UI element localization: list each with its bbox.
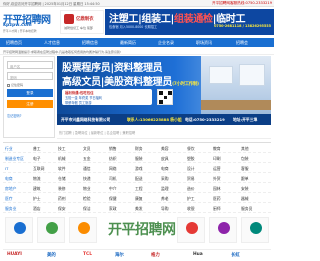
category-icon — [186, 222, 198, 234]
featured-item[interactable] — [177, 217, 205, 243]
category-icon — [250, 222, 262, 234]
category-filter: 行业 普工 技工 文员 销售 财务 美容 餐饮 教育 其他 制造业专区 电子 机械 五金 纺织 服装 皮具 塑胶… — [3, 142, 271, 213]
featured-item[interactable] — [37, 217, 65, 243]
brand-icon — [64, 14, 74, 24]
nav-item-jobs[interactable]: 招聘信息 — [82, 40, 98, 46]
featured-item[interactable] — [241, 217, 269, 243]
banner-line1: 股票程序员|资料整理员 — [62, 63, 163, 74]
category-icon — [78, 222, 90, 234]
banner-line2: 高级文员|美股资料整理员(7小时工作制) — [62, 77, 199, 88]
header: 开平招聘网 kpzpw.com 开平人才网 | 开平本地招聘 亿鼎制衣 诚聘缝纫… — [0, 7, 274, 37]
watermark-title: 开平招聘网 — [108, 222, 176, 238]
job-banner[interactable]: 股票程序员|资料整理员 高级文员|美股资料整理员(7小时工作制) 福利待遇:包吃… — [57, 56, 271, 125]
category-icon — [14, 222, 26, 234]
partner-logo[interactable]: Hua — [193, 252, 203, 257]
filter-row: 电商 物流 仓储 快递 司机 配送 采购 贸易 外贸 跟单 — [3, 174, 271, 183]
filter-row: 医疗 护士 药剂 检验 保健 康复 养老 护工 医药 器械 — [3, 194, 271, 203]
ad-small[interactable]: 亿鼎制衣 诚聘缝纫工 车位 尾部 — [60, 10, 104, 34]
ad-small-name: 亿鼎制衣 — [76, 17, 94, 22]
login-panel: 用户名 密码 记住密码 登录 注册 忘记密码? — [3, 56, 55, 138]
ad-sub: 包食宿 月入5000-8000 长期招工 — [109, 25, 158, 29]
benefits-box: 福利待遇:包吃包住 五险一金 年终奖 节日福利 带薪年假 员工旅游 — [62, 89, 152, 105]
forgot-password-link[interactable]: 忘记密码? — [7, 113, 21, 118]
top-bar-greeting: 你好,欢迎访问开平招聘网 | 2025年01月12日 星期日 15:44:50 — [3, 2, 100, 6]
ad-banner-top[interactable]: 注塑工|组装工|组装通检|临时工 包食宿 月入5000-8000 长期招工 07… — [105, 9, 274, 35]
site-logo[interactable]: 开平招聘网 kpzpw.com 开平人才网 | 开平本地招聘 — [3, 11, 51, 33]
ad-phone: 0750-2681118 / 13826295555 — [214, 24, 271, 28]
featured-item[interactable] — [209, 217, 237, 243]
logo-slogan: 开平人才网 | 开平本地招聘 — [3, 29, 37, 33]
nav-item-companies[interactable]: 企业名录 — [158, 40, 174, 46]
nav-item-fair[interactable]: 招聘会 — [236, 40, 248, 46]
featured-item[interactable] — [69, 217, 97, 243]
partner-logo[interactable]: 海尔 — [115, 252, 124, 258]
filter-row: 房地产 建筑 装修 物业 中介 工程 监理 造价 园林 安装 — [3, 184, 271, 193]
password-input[interactable]: 密码 — [7, 72, 53, 80]
filter-row: IT 互联网 软件 通信 网络 游戏 电商 设计 运营 客服 — [3, 164, 271, 173]
partner-logo[interactable]: 美的 — [47, 252, 56, 258]
register-button[interactable]: 注册 — [7, 100, 53, 108]
partner-logos: HUAYI 美的 TCL 海尔 格力 Hua 长虹 — [3, 249, 271, 261]
category-icon — [218, 222, 230, 234]
category-icon — [46, 222, 58, 234]
filter-row: 制造业专区 电子 机械 五金 纺织 服装 皮具 塑胶 印刷 包装 — [3, 154, 271, 163]
ad-headline: 注塑工|组装工|组装通检|临时工 — [109, 14, 246, 25]
remember-checkbox[interactable]: 记住密码 — [7, 83, 23, 87]
login-button[interactable]: 登录 — [7, 89, 53, 97]
partner-logo[interactable]: 长虹 — [231, 252, 240, 258]
section-tabs-text[interactable]: 热门招聘 | 急聘岗位 | 最新职位 | 名企招聘 | 兼职招聘 — [59, 130, 135, 135]
logo-url: kpzpw.com — [3, 23, 32, 28]
nav-item-talent[interactable]: 人才信息 — [44, 40, 60, 46]
top-bar: 你好,欢迎访问开平招聘网 | 2025年01月12日 星期日 15:44:50 … — [0, 0, 274, 7]
ad-small-desc: 诚聘缝纫工 车位 尾部 — [64, 26, 93, 30]
nav-item-news[interactable]: 职场资讯 — [196, 40, 212, 46]
partner-logo[interactable]: TCL — [83, 252, 92, 257]
featured-item[interactable] — [5, 217, 33, 243]
nav-item-home[interactable]: 招聘首页 — [6, 40, 22, 46]
nav-item-resumes[interactable]: 最新简历 — [120, 40, 136, 46]
notice-bar: 开平招聘网温馨提示:求职者在应聘过程中,凡是收取任何费用的均属诈骗行为,请注意识… — [0, 48, 274, 55]
qr-code-icon — [157, 89, 173, 105]
username-input[interactable]: 用户名 — [7, 61, 53, 69]
notice-text: 开平招聘网温馨提示:求职者在应聘过程中,凡是收取任何费用的均属诈骗行为,请注意识… — [3, 49, 122, 54]
partner-logo[interactable]: HUAYI — [7, 252, 22, 257]
filter-row: 服务业 酒店 保安 保洁 家政 美发 导购 收银 厨师 服务员 — [3, 204, 271, 213]
section-tabs: 热门招聘 | 急聘岗位 | 最新职位 | 名企招聘 | 兼职招聘 — [57, 127, 271, 139]
checkbox-icon — [7, 83, 10, 87]
partner-logo[interactable]: 格力 — [151, 252, 160, 258]
filter-row: 行业 普工 技工 文员 销售 财务 美容 餐饮 教育 其他 — [3, 144, 271, 153]
banner-footer: 开平市兴鑫网络科技有限公司 联系人:13066225888 杨小姐 电话:075… — [57, 114, 271, 125]
main-nav: 招聘首页 人才信息 招聘信息 最新简历 企业名录 职场资讯 招聘会 — [0, 38, 274, 47]
top-bar-hotline: 开平招聘网客服热线:0750-2333219 — [211, 1, 272, 5]
